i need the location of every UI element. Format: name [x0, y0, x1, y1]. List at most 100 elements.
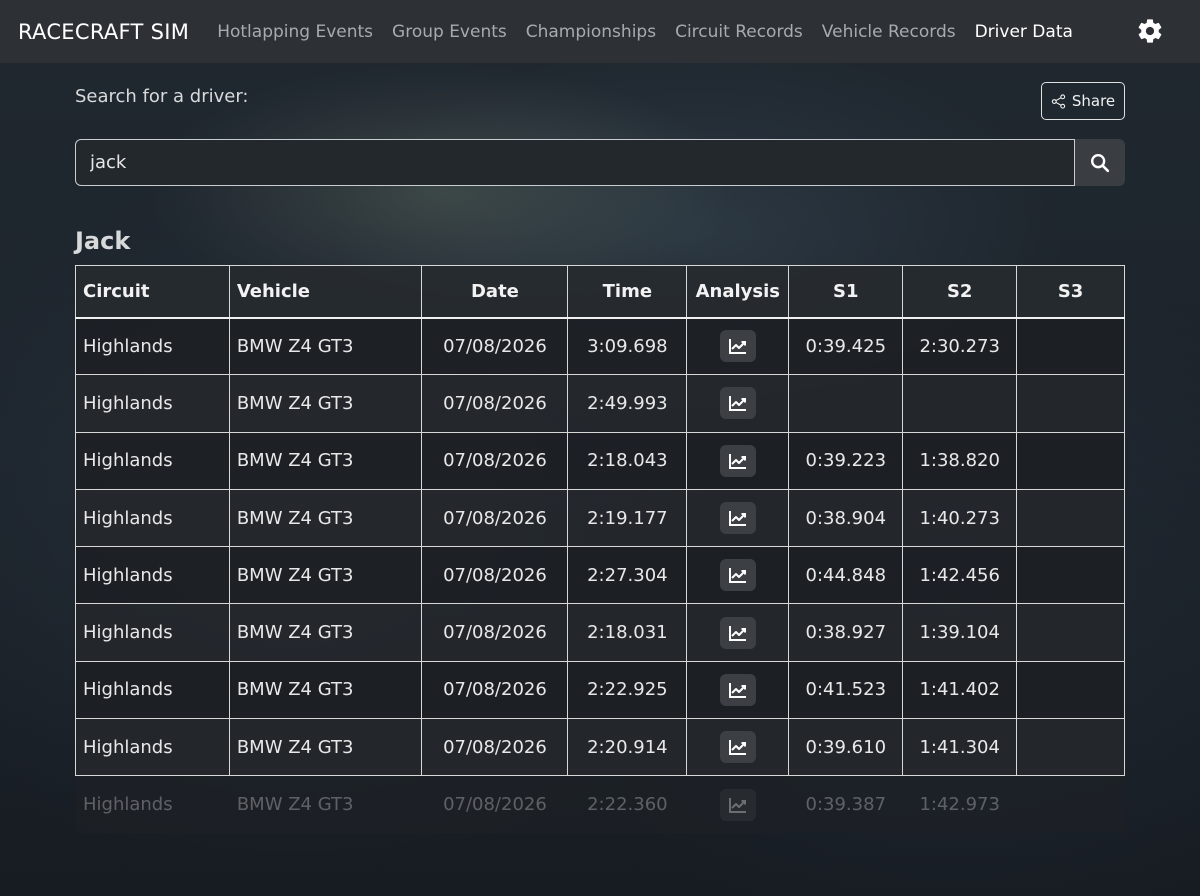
cell-s3 [1016, 374, 1125, 433]
nav-link-championships[interactable]: Championships [526, 22, 656, 42]
cell-vehicle: BMW Z4 GT3 [228, 718, 423, 777]
brand-logo[interactable]: RACECRAFT SIM [18, 20, 189, 44]
line-chart-icon [728, 453, 746, 469]
cell-date: 07/08/2026 [421, 431, 569, 490]
analysis-button[interactable] [719, 387, 756, 420]
search-label: Search for a driver: [75, 86, 249, 107]
cell-s1: 0:38.927 [788, 603, 904, 662]
line-chart-icon [728, 396, 746, 412]
cell-vehicle: BMW Z4 GT3 [228, 660, 423, 720]
nav-link-driver-data[interactable]: Driver Data [975, 22, 1073, 42]
table-row: Highlands BMW Z4 GT3 07/08/2026 2:19.177 0:3… [75, 488, 1125, 548]
line-chart-icon [728, 740, 746, 756]
analysis-button[interactable] [719, 502, 756, 535]
cell-s3 [1016, 603, 1125, 662]
column-header-date[interactable]: Date [421, 265, 569, 319]
cell-date: 07/08/2026 [421, 603, 569, 662]
search-input[interactable] [75, 139, 1075, 186]
search-icon [1091, 153, 1110, 172]
driver-search [75, 139, 1125, 186]
column-header-s3[interactable]: S3 [1016, 265, 1125, 319]
share-button-label: Share [1071, 92, 1116, 110]
cell-circuit: Highlands [75, 775, 230, 834]
column-header-time[interactable]: Time [567, 265, 688, 319]
cell-vehicle: BMW Z4 GT3 [229, 775, 422, 834]
cell-date: 07/08/2026 [421, 546, 569, 605]
cell-s1: 0:41.523 [788, 660, 904, 720]
cell-s1: 0:39.223 [788, 431, 904, 490]
cell-time: 3:09.698 [567, 316, 688, 376]
cell-vehicle: BMW Z4 GT3 [228, 546, 423, 605]
analysis-button[interactable] [719, 330, 756, 363]
cell-circuit: Highlands [75, 431, 230, 490]
cell-time: 2:27.304 [567, 546, 688, 605]
cell-analysis [686, 316, 790, 376]
cell-circuit: Highlands [75, 603, 230, 662]
table-row: Highlands BMW Z4 GT3 07/08/2026 2:49.993 [75, 374, 1125, 433]
cell-date: 07/08/2026 [421, 660, 569, 720]
table-row: Highlands BMW Z4 GT3 07/08/2026 2:22.360 0:3… [75, 775, 1125, 834]
cell-vehicle: BMW Z4 GT3 [228, 431, 423, 490]
cell-circuit: Highlands [75, 374, 230, 433]
analysis-button[interactable] [719, 616, 756, 649]
analysis-button[interactable] [719, 788, 756, 821]
analysis-button[interactable] [719, 673, 756, 706]
cell-s1: 0:39.387 [788, 775, 903, 834]
table-row: Highlands BMW Z4 GT3 07/08/2026 2:20.914 0:3… [75, 718, 1125, 777]
cell-s2 [902, 374, 1018, 433]
cell-vehicle: BMW Z4 GT3 [228, 603, 423, 662]
line-chart-icon [728, 568, 746, 584]
analysis-button[interactable] [719, 559, 756, 592]
top-navbar: RACECRAFT SIM Hotlapping Events Group Ev… [0, 0, 1200, 63]
cell-date: 07/08/2026 [421, 718, 569, 777]
search-button[interactable] [1075, 139, 1125, 186]
cell-vehicle: BMW Z4 GT3 [228, 374, 423, 433]
cell-date: 07/08/2026 [421, 374, 569, 433]
cell-s3 [1016, 775, 1125, 834]
line-chart-icon [728, 682, 746, 698]
cell-time: 2:18.043 [567, 431, 688, 490]
cell-s2: 1:42.456 [902, 546, 1018, 605]
analysis-button[interactable] [719, 731, 756, 764]
column-header-vehicle[interactable]: Vehicle [228, 265, 423, 319]
analysis-button[interactable] [719, 444, 756, 477]
cell-s3 [1016, 660, 1125, 720]
cell-date: 07/08/2026 [421, 316, 569, 376]
cell-circuit: Highlands [75, 488, 230, 548]
share-button[interactable]: Share [1041, 82, 1125, 120]
table-row: Highlands BMW Z4 GT3 07/08/2026 3:09.698 0:3… [75, 316, 1125, 376]
cell-s2: 2:30.273 [902, 316, 1018, 376]
cell-circuit: Highlands [75, 546, 230, 605]
cell-circuit: Highlands [75, 660, 230, 720]
cell-s1: 0:38.904 [788, 488, 904, 548]
table-row: Highlands BMW Z4 GT3 07/08/2026 2:18.031 0:3… [75, 603, 1125, 662]
column-header-s2[interactable]: S2 [902, 265, 1018, 319]
cell-analysis [686, 775, 789, 834]
cell-s3 [1016, 546, 1125, 605]
column-header-circuit[interactable]: Circuit [75, 265, 230, 319]
nav-link-hotlapping-events[interactable]: Hotlapping Events [217, 22, 373, 42]
column-header-analysis: Analysis [686, 265, 790, 319]
cell-s3 [1016, 488, 1125, 548]
line-chart-icon [728, 797, 746, 813]
gear-icon[interactable] [1136, 17, 1164, 45]
cell-date: 07/08/2026 [421, 775, 568, 834]
cell-s1: 0:39.425 [788, 316, 904, 376]
cell-s3 [1016, 431, 1125, 490]
driver-heading: Jack [75, 227, 131, 255]
cell-time: 2:18.031 [567, 603, 688, 662]
table-row: Highlands BMW Z4 GT3 07/08/2026 2:27.304 0:4… [75, 546, 1125, 605]
cell-time: 2:49.993 [567, 374, 688, 433]
nav-link-group-events[interactable]: Group Events [392, 22, 507, 42]
cell-s1: 0:44.848 [788, 546, 904, 605]
table-header-row: Circuit Vehicle Date Time Analysis S1 S2… [75, 265, 1125, 319]
cell-date: 07/08/2026 [421, 488, 569, 548]
cell-circuit: Highlands [75, 316, 230, 376]
cell-s2: 1:42.973 [902, 775, 1017, 834]
nav-link-vehicle-records[interactable]: Vehicle Records [822, 22, 956, 42]
cell-analysis [686, 718, 790, 777]
column-header-s1[interactable]: S1 [788, 265, 904, 319]
cell-analysis [686, 546, 790, 605]
nav-link-circuit-records[interactable]: Circuit Records [675, 22, 803, 42]
cell-s2: 1:39.104 [902, 603, 1018, 662]
